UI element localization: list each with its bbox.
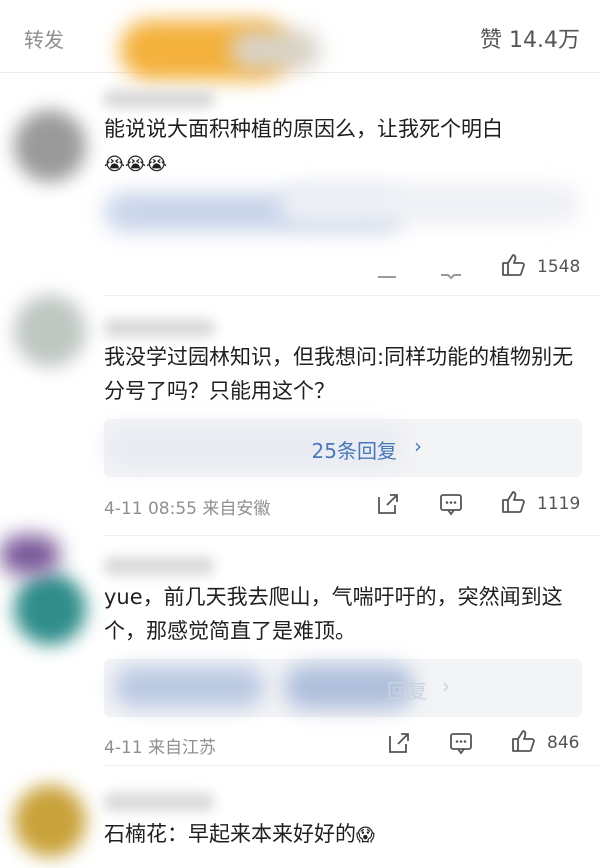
comment-text: 能说说大面积种植的原因么，让我死个明白 😭😭😭 <box>104 112 584 182</box>
blurred-overlay <box>230 30 320 70</box>
comment-icon[interactable] <box>438 491 464 517</box>
comment-icon[interactable] <box>448 730 474 756</box>
username[interactable] <box>104 319 214 337</box>
comment-meta: 4-11 08:55 来自安徽 <box>104 499 271 519</box>
chevron-right-icon: › <box>414 434 422 458</box>
like-count: 846 <box>547 733 580 753</box>
divider <box>104 765 600 766</box>
thumbs-up-icon[interactable] <box>500 489 526 515</box>
scream-emoji: 😱 <box>356 825 375 846</box>
tab-repost[interactable]: 转发 <box>24 24 64 53</box>
comment-text: 我没学过园林知识，但我想问:同样功能的植物别无分号了吗？只能用这个？ <box>104 345 574 403</box>
comment-item: 石楠花：早起来本来好好的😱 <box>0 765 600 868</box>
chevron-right-icon: › <box>442 674 450 698</box>
comment-icon[interactable] <box>438 255 464 281</box>
avatar[interactable] <box>14 110 86 182</box>
reply-preview[interactable]: 回复 › <box>104 659 582 717</box>
divider <box>104 535 600 536</box>
comment-text-body: 石楠花：早起来本来好好的 <box>104 822 356 846</box>
username[interactable] <box>104 793 214 811</box>
crying-emoji: 😭😭😭 <box>104 154 168 175</box>
reply-count-link[interactable]: 25条回复 <box>312 435 397 464</box>
blurred-reply <box>114 667 264 707</box>
avatar[interactable] <box>14 573 86 645</box>
username[interactable] <box>104 557 214 575</box>
avatar[interactable] <box>14 295 86 367</box>
reply-preview[interactable]: 25条回复 › <box>104 419 582 477</box>
comment-item: yue，前几天我去爬山，气喘吁吁的，突然闻到这个，那感觉简直了是难顶。 回复 ›… <box>0 535 600 765</box>
blurred-overlay <box>0 535 60 575</box>
comment-item: 我没学过园林知识，但我想问:同样功能的植物别无分号了吗？只能用这个？ 25条回复… <box>0 295 600 535</box>
like-count: 1548 <box>537 257 581 277</box>
blurred-reply <box>280 184 580 224</box>
username[interactable] <box>104 90 214 108</box>
share-icon[interactable] <box>386 730 412 756</box>
comment-text: yue，前几天我去爬山，气喘吁吁的，突然闻到这个，那感觉简直了是难顶。 <box>104 585 563 643</box>
reply-count-link[interactable]: 回复 <box>387 675 427 704</box>
comment-text-body: 能说说大面积种植的原因么，让我死个明白 <box>104 117 503 141</box>
avatar[interactable] <box>14 785 86 857</box>
share-icon[interactable] <box>375 491 401 517</box>
thumbs-up-icon[interactable] <box>510 728 536 754</box>
comment-meta: 4-11 来自江苏 <box>104 738 216 758</box>
comment-text: 石楠花：早起来本来好好的😱 <box>104 817 584 853</box>
share-icon[interactable] <box>375 255 401 281</box>
divider <box>104 295 600 296</box>
tab-likes[interactable]: 赞 14.4万 <box>480 22 580 54</box>
comment-item: 能说说大面积种植的原因么，让我死个明白 😭😭😭 1548 <box>0 80 600 295</box>
like-count: 1119 <box>537 494 581 514</box>
thumbs-up-icon[interactable] <box>500 252 526 278</box>
